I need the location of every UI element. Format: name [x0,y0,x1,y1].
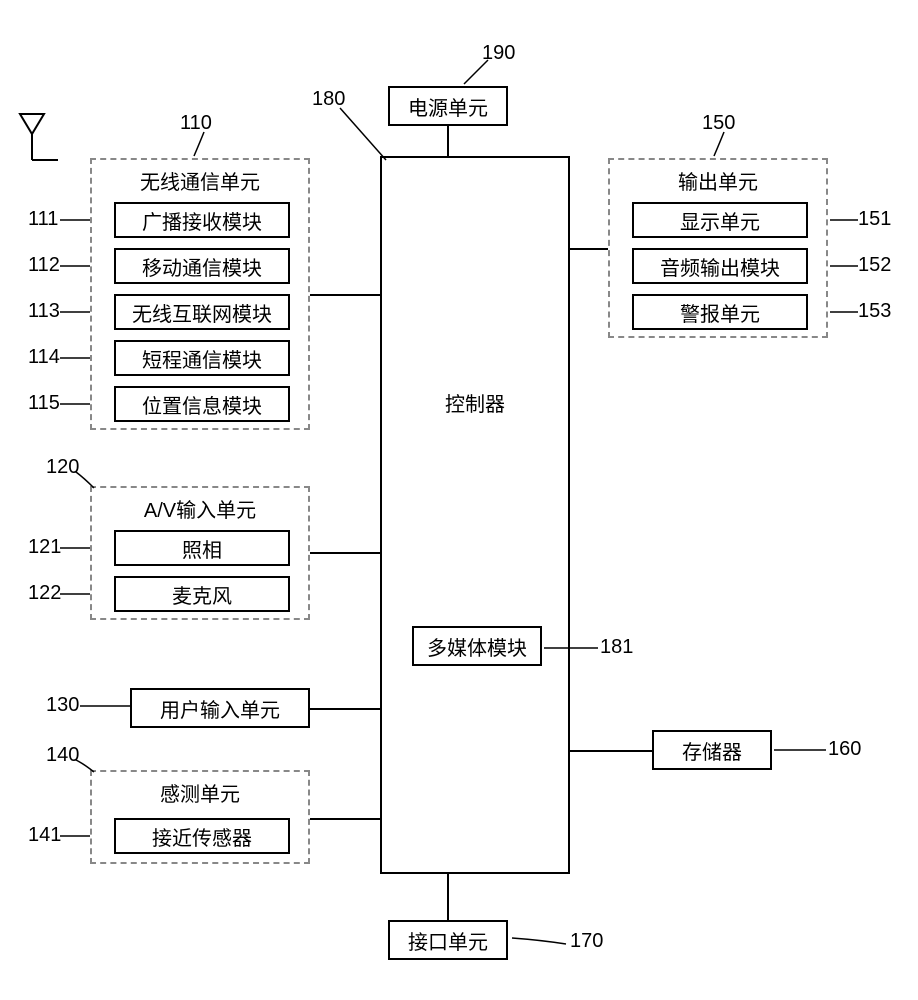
broadcast-rx-label: 广播接收模块 [142,206,262,235]
proximity-label: 接近传感器 [152,822,252,851]
conn-controller-interface [447,874,449,920]
ref-120: 120 [46,456,79,479]
lead-122 [58,590,92,598]
proximity-block: 接近传感器 [114,818,290,854]
sensing-unit-title: 感测单元 [92,778,308,807]
output-unit-group: 输出单元 显示单元 音频输出模块 警报单元 [608,158,828,338]
lead-114 [58,354,92,362]
wireless-unit-group: 无线通信单元 广播接收模块 移动通信模块 无线互联网模块 短程通信模块 位置信息… [90,158,310,430]
user-input-label: 用户输入单元 [160,694,280,723]
alarm-label: 警报单元 [680,298,760,327]
lead-170 [510,934,570,948]
ref-150: 150 [702,112,735,135]
lead-141 [58,832,92,840]
controller-block: 控制器 多媒体模块 [380,156,570,874]
ref-114: 114 [28,346,60,369]
ref-170: 170 [570,930,603,953]
conn-controller-memory [570,750,652,752]
lead-121 [58,544,92,552]
camera-block: 照相 [114,530,290,566]
camera-label: 照相 [182,534,222,563]
microphone-block: 麦克风 [114,576,290,612]
ref-181: 181 [600,636,633,659]
lead-151 [828,216,860,224]
ref-113: 113 [28,300,60,323]
antenna-icon [18,112,58,172]
memory-label: 存储器 [682,736,742,765]
ref-141: 141 [28,824,61,847]
alarm-block: 警报单元 [632,294,808,330]
lead-111 [58,216,92,224]
power-unit-block: 电源单元 [388,86,508,126]
ref-190: 190 [482,42,515,65]
short-range-block: 短程通信模块 [114,340,290,376]
power-unit-label: 电源单元 [408,92,488,121]
wireless-unit-title: 无线通信单元 [92,166,308,195]
ref-180: 180 [312,88,345,111]
controller-label: 控制器 [382,388,568,417]
lead-113 [58,308,92,316]
conn-sensing-controller [310,818,380,820]
multimedia-block: 多媒体模块 [412,626,542,666]
conn-controller-output [570,248,608,250]
ref-115: 115 [28,392,60,415]
interface-block: 接口单元 [388,920,508,960]
mobile-comm-label: 移动通信模块 [142,252,262,281]
ref-112: 112 [28,254,60,277]
ref-152: 152 [858,254,891,277]
interface-label: 接口单元 [408,926,488,955]
conn-power-controller [447,126,449,156]
lead-130 [78,702,132,710]
microphone-label: 麦克风 [172,580,232,609]
conn-wireless-controller [310,294,380,296]
wireless-net-label: 无线互联网模块 [132,298,272,327]
output-unit-title: 输出单元 [610,166,826,195]
mobile-comm-block: 移动通信模块 [114,248,290,284]
ref-121: 121 [28,536,61,559]
user-input-block: 用户输入单元 [130,688,310,728]
lead-152 [828,262,860,270]
conn-userinput-controller [310,708,380,710]
broadcast-rx-block: 广播接收模块 [114,202,290,238]
ref-130: 130 [46,694,79,717]
short-range-label: 短程通信模块 [142,344,262,373]
lead-153 [828,308,860,316]
lead-112 [58,262,92,270]
location-info-block: 位置信息模块 [114,386,290,422]
memory-block: 存储器 [652,730,772,770]
ref-160: 160 [828,738,861,761]
ref-111: 111 [28,208,58,231]
audio-out-block: 音频输出模块 [632,248,808,284]
sensing-unit-group: 感测单元 接近传感器 [90,770,310,864]
av-unit-group: A/V输入单元 照相 麦克风 [90,486,310,620]
ref-122: 122 [28,582,61,605]
display-block: 显示单元 [632,202,808,238]
ref-153: 153 [858,300,891,323]
audio-out-label: 音频输出模块 [660,252,780,281]
ref-110: 110 [180,112,212,135]
av-unit-title: A/V输入单元 [92,494,308,523]
wireless-net-block: 无线互联网模块 [114,294,290,330]
lead-160 [772,746,828,754]
lead-115 [58,400,92,408]
ref-140: 140 [46,744,79,767]
conn-av-controller [310,552,380,554]
multimedia-label: 多媒体模块 [427,632,527,661]
display-label: 显示单元 [680,206,760,235]
ref-151: 151 [858,208,891,231]
location-info-label: 位置信息模块 [142,390,262,419]
